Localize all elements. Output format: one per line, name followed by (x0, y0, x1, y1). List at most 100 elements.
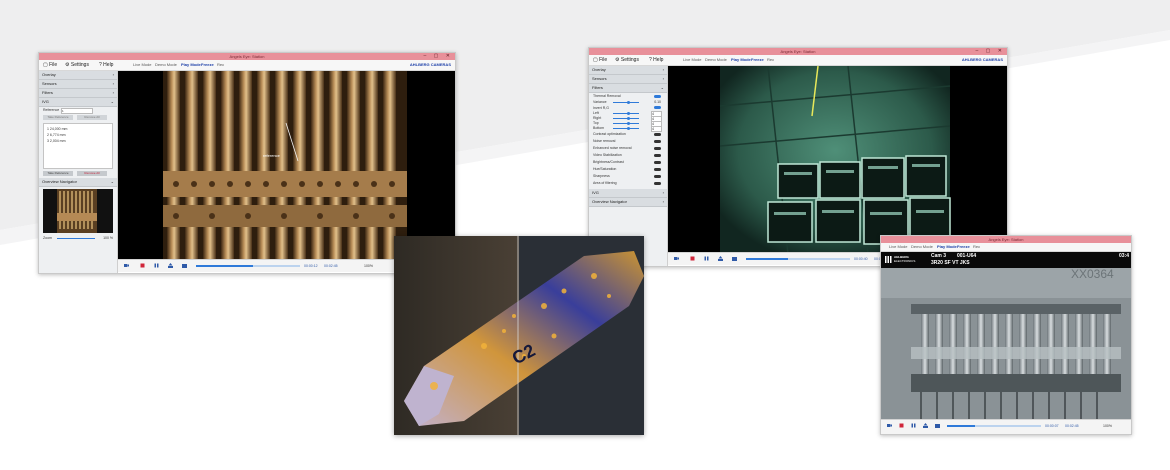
variance-slider[interactable] (613, 101, 639, 104)
toggle-switch[interactable] (654, 106, 661, 109)
playback-progress[interactable] (746, 258, 850, 260)
menu-bar: ▢ File ⚙ Settings ? Help Live Mode Demo … (589, 55, 1007, 66)
take-reference-button[interactable]: Take Reference (43, 171, 73, 176)
measurement-list[interactable]: 1 24,000 mm 2 6,774 mm 3 2,004 mm (43, 123, 113, 169)
brand-text-2: ELECTRONICS (894, 259, 916, 263)
folder-icon[interactable] (935, 423, 940, 428)
section-overview-navigator[interactable]: Overview Navigator › (589, 198, 667, 207)
speed-value[interactable]: 100% (364, 260, 373, 272)
plate-text: XX0364 (1071, 267, 1114, 281)
export-icon[interactable] (168, 263, 173, 268)
list-item[interactable]: 3 2,004 mm (47, 138, 109, 144)
section-overlay[interactable]: Overlay › (589, 66, 667, 75)
zoom-row: Zoom 100 % (43, 236, 113, 240)
mode-live[interactable]: Live Mode (133, 60, 151, 70)
toggle-switch[interactable] (654, 147, 661, 150)
toggle-switch[interactable] (654, 175, 661, 178)
mode-live[interactable]: Live Mode (683, 55, 701, 65)
pause-icon[interactable] (704, 256, 709, 261)
stop-icon[interactable] (690, 256, 695, 261)
help-menu[interactable]: ? Help (649, 55, 663, 65)
pause-icon[interactable] (154, 263, 159, 268)
remove-all-button-top[interactable]: Remove All (77, 115, 107, 120)
section-ivg[interactable]: IVG › (589, 189, 667, 198)
crystal-image: C2 (394, 236, 644, 435)
file-menu[interactable]: ▢ File (593, 55, 607, 65)
playback-progress[interactable] (196, 265, 300, 267)
chevron-icon: › (112, 72, 114, 77)
right-slider[interactable] (613, 117, 639, 120)
toggle-switch[interactable] (654, 95, 661, 98)
section-filters[interactable]: Filters › (39, 89, 117, 98)
camera-icon[interactable] (124, 263, 129, 268)
export-icon[interactable] (923, 423, 928, 428)
zoom-slider[interactable] (57, 238, 95, 239)
ivg-bottom-buttons: Take Reference Remove All (39, 170, 117, 178)
mode-rec[interactable]: Rec (973, 243, 980, 251)
settings-menu[interactable]: ⚙ Settings (65, 60, 89, 70)
toggle-switch[interactable] (654, 154, 661, 157)
take-reference-button-top[interactable]: Take Reference (43, 115, 73, 120)
mode-live[interactable]: Live Mode (889, 243, 907, 251)
mode-play[interactable]: Play Mode (181, 60, 201, 70)
mode-demo[interactable]: Demo Mode (155, 60, 177, 70)
video-view[interactable]: XX0364 AHLBERG ELECTRONICS Cam 3 001-U64… (881, 252, 1131, 419)
mode-play[interactable]: Play Mode (937, 243, 957, 251)
stop-icon[interactable] (140, 263, 145, 268)
chevron-icon: › (662, 76, 664, 81)
toggle-switch[interactable] (654, 168, 661, 171)
toggle-switch[interactable] (654, 140, 661, 143)
section-sensors[interactable]: Sensors › (589, 75, 667, 84)
window-controls[interactable]: – ▢ ✕ (976, 48, 1005, 55)
export-icon[interactable] (718, 256, 723, 261)
video-view[interactable] (668, 66, 1007, 254)
playback-progress[interactable] (947, 425, 1041, 427)
camera-icon[interactable] (887, 423, 892, 428)
folder-icon[interactable] (182, 263, 187, 268)
folder-icon[interactable] (732, 256, 737, 261)
time-total: 00:02:45 (1065, 424, 1079, 428)
zoom-value: 100 % (103, 236, 113, 240)
top-slider[interactable] (613, 122, 639, 125)
mode-play[interactable]: Play Mode (731, 55, 751, 65)
overview-thumbnail[interactable] (43, 189, 113, 233)
mode-freeze[interactable]: Freeze (201, 60, 214, 70)
filter-row: Noise removal (589, 138, 667, 145)
section-overview-navigator[interactable]: Overview Navigator ⌄ (39, 178, 117, 187)
side-panel: Overlay › Sensors › Filters › IVG ⌄ Referenc… (39, 71, 118, 273)
toggle-switch[interactable] (654, 133, 661, 136)
help-menu[interactable]: ? Help (99, 60, 113, 70)
stop-icon[interactable] (899, 423, 904, 428)
camera-icon[interactable] (674, 256, 679, 261)
section-filters[interactable]: Filters ⌄ (589, 84, 667, 93)
filter-row: Area of filtering (589, 180, 667, 187)
bottom-slider[interactable] (613, 127, 639, 130)
file-menu[interactable]: ▢ File (43, 60, 57, 70)
toggle-switch[interactable] (654, 161, 661, 164)
mode-demo[interactable]: Demo Mode (911, 243, 933, 251)
mode-freeze[interactable]: Freeze (957, 243, 970, 251)
filter-row: Video Stabilization (589, 152, 667, 159)
video-view[interactable]: reference (118, 71, 455, 261)
mode-freeze[interactable]: Freeze (751, 55, 764, 65)
remove-all-button[interactable]: Remove All (77, 171, 107, 176)
left-slider[interactable] (613, 112, 639, 115)
menu-bar: Live Mode Demo Mode Play Mode Freeze Rec (881, 243, 1131, 252)
inspection-code: 3R20 SF VT JKS (931, 260, 970, 266)
pause-icon[interactable] (911, 423, 916, 428)
mode-rec[interactable]: Rec (217, 60, 224, 70)
section-sensors[interactable]: Sensors › (39, 80, 117, 89)
window-controls[interactable]: – ▢ ✕ (424, 53, 453, 60)
section-ivg[interactable]: IVG ⌄ (39, 98, 117, 107)
section-overlay[interactable]: Overlay › (39, 71, 117, 80)
mode-rec[interactable]: Rec (767, 55, 774, 65)
speed-value[interactable]: 100% (1103, 420, 1112, 432)
toggle-switch[interactable] (654, 182, 661, 185)
filter-row: Sharpness (589, 173, 667, 180)
chevron-down-icon: ⌄ (660, 85, 664, 90)
reference-tag: reference (263, 153, 281, 158)
window-title: Angels Eye: Station (780, 49, 816, 54)
mode-demo[interactable]: Demo Mode (705, 55, 727, 65)
window-title: Angels Eye: Station (988, 237, 1024, 242)
settings-menu[interactable]: ⚙ Settings (615, 55, 639, 65)
